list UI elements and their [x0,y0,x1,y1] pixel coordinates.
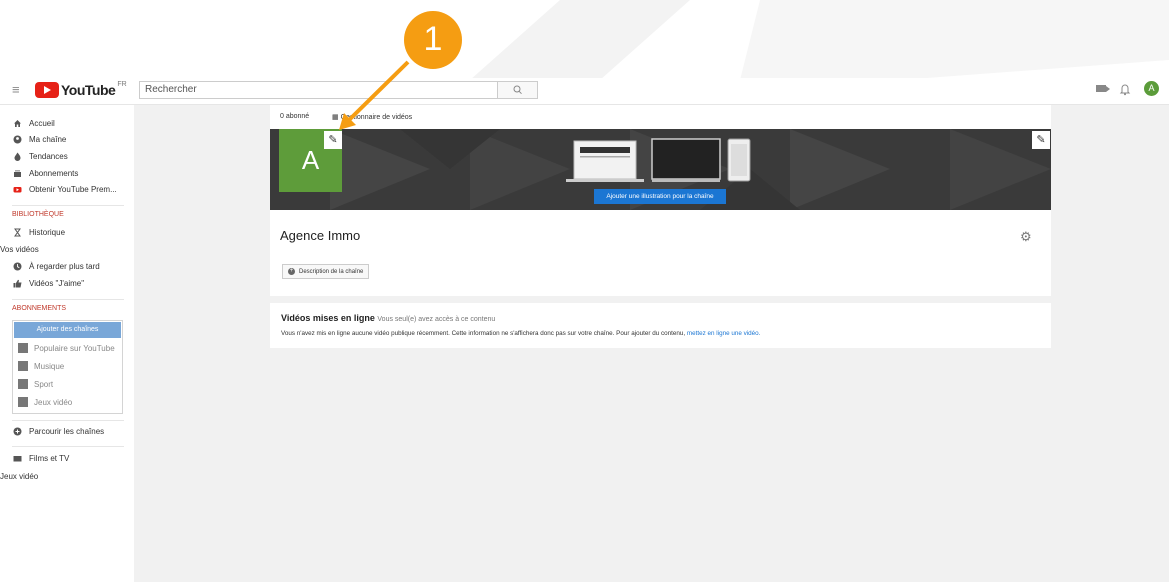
film-icon [13,456,22,462]
edit-avatar-button[interactable]: ✎ [324,131,342,149]
sidebar-item-gaming[interactable]: Jeux vidéo [0,472,38,481]
sidebar-item-liked-videos[interactable]: Vidéos "J'aime" [13,279,84,288]
add-circle-icon [13,427,22,436]
sidebar-item-label: À regarder plus tard [29,262,100,271]
top-bar: ≡ YouTube FR Rechercher A [0,78,1169,105]
bell-icon[interactable] [1118,82,1132,96]
upload-video-link[interactable]: mettez en ligne une vidéo. [687,330,761,337]
sidebar-item-label: Vos vidéos [0,245,39,254]
home-icon [14,120,21,127]
hourglass-icon [14,228,21,237]
background-decoration [470,0,1169,80]
channel-description-button[interactable]: + Description de la chaîne [282,264,370,279]
thumb-up-icon [13,279,22,288]
sidebar-item-label: Abonnements [29,169,79,178]
sidebar-item-browse-channels[interactable]: Parcourir les chaînes [13,427,104,436]
divider [12,205,124,206]
uploads-card: Vidéos mises en ligne Vous seul(e) avez … [270,303,1051,348]
account-avatar[interactable]: A [1144,81,1159,96]
sidebar-item-your-videos[interactable]: Vos vidéos [0,245,39,254]
upload-video-icon[interactable] [1096,85,1110,92]
sidebar-item-movies-tv[interactable]: Films et TV [13,454,69,463]
sidebar-item-subscriptions[interactable]: Abonnements [13,169,78,178]
sidebar-item-label: Films et TV [29,454,70,463]
sidebar-item-label: Tendances [29,152,68,161]
sidebar-item-trending[interactable]: Tendances [13,152,68,161]
sub-item-sport[interactable]: Sport [18,379,53,389]
channel-name: Agence Immo [280,228,361,243]
sidebar-item-home[interactable]: Accueil [13,119,55,128]
divider [12,446,124,447]
sidebar-item-premium[interactable]: Obtenir YouTube Prem... [13,185,117,194]
sport-icon [18,379,28,389]
sub-item-gaming[interactable]: Jeux vidéo [18,397,72,407]
library-header: BIBLIOTHÈQUE [12,211,64,218]
add-channel-art-button[interactable]: Ajouter une illustration pour la chaîne [594,189,726,204]
sidebar-item-label: Vidéos "J'aime" [29,279,85,288]
sidebar: Accueil Ma chaîne Tendances Abonnements … [0,105,134,582]
main-content: 0 abonné ▦ Gestionnaire de vidéos A ✎ ✎ … [134,105,1169,582]
add-channels-button[interactable]: Ajouter des chaînes [14,322,121,338]
sidebar-item-watch-later[interactable]: À regarder plus tard [13,262,100,271]
uploads-title-row: Vidéos mises en ligne Vous seul(e) avez … [281,313,495,323]
sub-item-label: Sport [34,379,54,389]
subscriptions-box: Ajouter des chaînes Populaire sur YouTub… [12,320,123,414]
video-manager-label: Gestionnaire de vidéos [340,114,413,121]
sidebar-item-label: Ma chaîne [29,135,67,144]
sub-item-popular[interactable]: Populaire sur YouTube [18,343,115,353]
menu-icon[interactable]: ≡ [12,83,26,97]
channel-header-card: 0 abonné ▦ Gestionnaire de vidéos A ✎ ✎ … [270,105,1051,296]
logo-word: YouTube [61,82,116,98]
subscriptions-icon [14,170,21,177]
description-label: Description de la chaîne [299,268,364,275]
add-icon: + [288,268,295,275]
pencil-icon: ✎ [328,134,338,146]
search-input[interactable]: Rechercher [139,81,498,99]
uploads-message: Vous n'avez mis en ligne aucune vidéo pu… [281,330,686,337]
video-manager-icon: ▦ [332,114,339,121]
logo-region: FR [117,81,127,88]
clock-icon [13,262,22,271]
subscriptions-header: ABONNEMENTS [12,305,67,312]
subscriber-count: 0 abonné [280,113,310,120]
pencil-icon: ✎ [1036,134,1046,146]
sub-item-label: Musique [34,361,65,371]
edit-banner-button[interactable]: ✎ [1032,131,1050,149]
sidebar-item-label: Accueil [29,119,55,128]
sidebar-item-my-channel[interactable]: Ma chaîne [13,135,66,144]
devices-illustration-icon [566,138,751,182]
channel-banner: A ✎ ✎ Ajouter une illustration pour la c… [270,129,1051,210]
step-number-badge: 1 [404,11,462,69]
music-icon [18,361,28,371]
sidebar-item-label: Parcourir les chaînes [29,427,105,436]
search-button[interactable] [498,81,538,99]
divider [12,420,124,421]
sidebar-item-history[interactable]: Historique [13,228,65,237]
youtube-play-icon [35,82,59,98]
search-icon [513,85,522,95]
uploads-title: Vidéos mises en ligne [281,313,375,323]
gaming-icon [18,397,28,407]
sub-item-music[interactable]: Musique [18,361,64,371]
uploads-message-row: Vous n'avez mis en ligne aucune vidéo pu… [281,330,760,337]
gear-icon[interactable]: ⚙ [1020,229,1032,245]
sidebar-item-label: Obtenir YouTube Prem... [29,185,117,194]
youtube-premium-icon [13,187,22,193]
sidebar-item-label: Jeux vidéo [0,472,39,481]
youtube-logo[interactable]: YouTube FR [35,81,127,100]
flame-icon [14,152,21,161]
divider [12,299,124,300]
uploads-visibility: Vous seul(e) avez accès à ce contenu [377,316,496,323]
account-icon [13,135,22,144]
sub-item-label: Populaire sur YouTube [34,343,115,353]
sub-item-label: Jeux vidéo [34,397,73,407]
video-manager-link[interactable]: ▦ Gestionnaire de vidéos [332,113,412,121]
popular-icon [18,343,28,353]
sidebar-item-label: Historique [29,228,66,237]
